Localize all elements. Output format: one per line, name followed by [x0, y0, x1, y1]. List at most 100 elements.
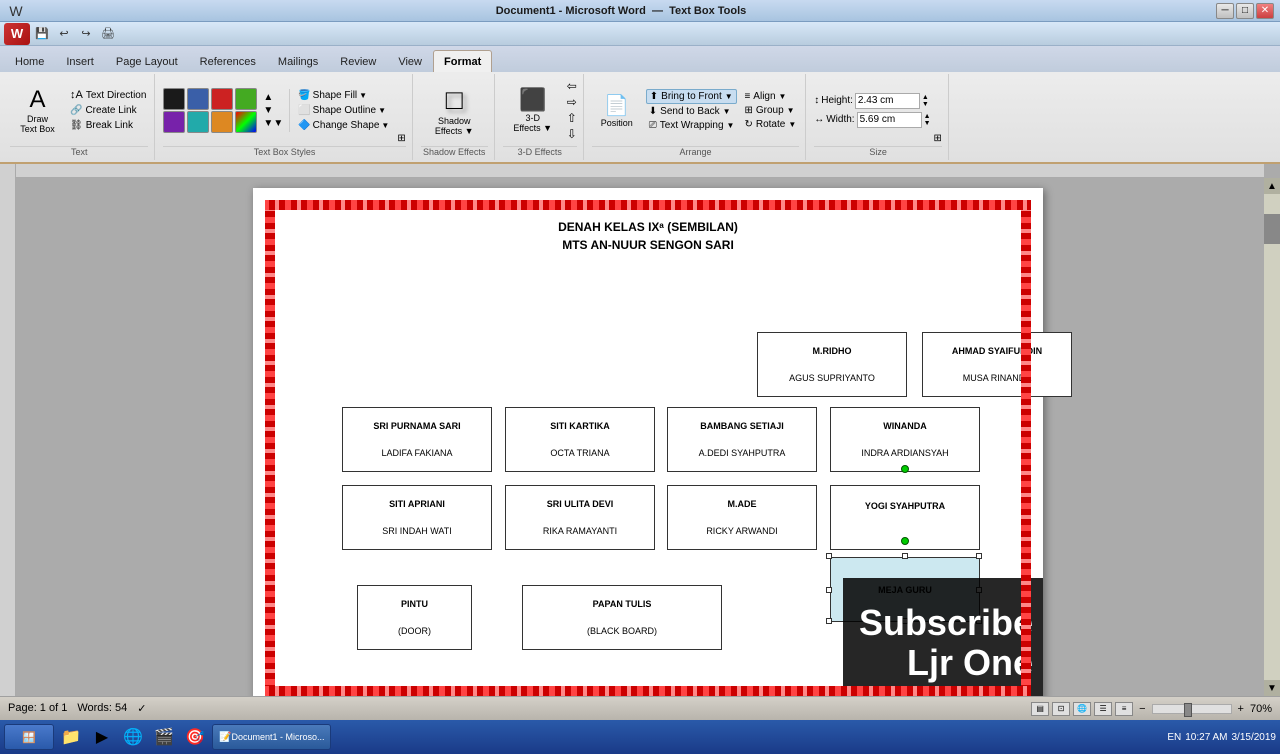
shape-fill-button[interactable]: 🪣 Shape Fill ▼ [296, 89, 391, 102]
selection-handle-3[interactable] [826, 587, 832, 593]
width-down[interactable]: ▼ [924, 120, 931, 127]
desk-d5[interactable]: BAMBANG SETIAJI A.DEDI SYAHPUTRA [667, 407, 817, 472]
print-layout-view[interactable]: ▤ [1031, 702, 1049, 716]
rotate-button[interactable]: ↻ Rotate ▼ [741, 118, 799, 131]
quick-print-button[interactable]: 🖨 [98, 25, 118, 43]
full-screen-view[interactable]: ⊡ [1052, 702, 1070, 716]
create-link-button[interactable]: 🔗 Create Link [68, 104, 148, 117]
swatch-red[interactable] [211, 88, 233, 110]
zoom-slider[interactable] [1152, 704, 1232, 714]
taskbar-app2[interactable]: 🎬 [150, 724, 178, 750]
scroll-down-button[interactable]: ▼ [1264, 680, 1280, 696]
selection-handle-5[interactable] [826, 618, 832, 624]
taskbar-app3[interactable]: 🎯 [181, 724, 209, 750]
selection-handle-2[interactable] [976, 553, 982, 559]
minimize-button[interactable]: ─ [1216, 3, 1234, 19]
tab-home[interactable]: Home [4, 50, 55, 72]
desk-d8[interactable]: SRI ULITA DEVI RIKA RAMAYANTI [505, 485, 655, 550]
draw-textbox-button[interactable]: A DrawText Box [10, 78, 65, 142]
swatch-orange[interactable] [211, 111, 233, 133]
3d-arrow-1[interactable]: ⇦ [567, 79, 577, 93]
desk-d11[interactable]: PINTU (DOOR) [357, 585, 472, 650]
break-link-button[interactable]: ⛓ Break Link [68, 119, 148, 132]
swatch-teal[interactable] [187, 111, 209, 133]
height-down[interactable]: ▼ [922, 101, 929, 108]
swatch-blue[interactable] [187, 88, 209, 110]
desk-d7[interactable]: SITI APRIANI SRI INDAH WATI [342, 485, 492, 550]
meja-guru-box[interactable]: MEJA GURU [830, 557, 980, 622]
bring-to-front-button[interactable]: ⬆ Bring to Front ▼ [646, 89, 738, 104]
height-up[interactable]: ▲ [922, 94, 929, 101]
desk-d2[interactable]: AHMAD SYAIFUDDIN MUSA RINANDA [922, 332, 1072, 397]
tab-page-layout[interactable]: Page Layout [105, 50, 189, 72]
change-shape-button[interactable]: 🔷 Change Shape ▼ [296, 119, 391, 132]
yogi-rotation-handle[interactable] [901, 465, 909, 473]
taskbar-explorer[interactable]: 📁 [57, 724, 85, 750]
send-to-back-button[interactable]: ⬇ Send to Back ▼ [646, 105, 738, 118]
group-button[interactable]: ⊞ Group ▼ [741, 104, 799, 117]
redo-button[interactable]: ↪ [76, 25, 96, 43]
close-button[interactable]: ✕ [1256, 3, 1274, 19]
desk-d9[interactable]: M.ADE RICKY ARWANDI [667, 485, 817, 550]
text-wrapping-button[interactable]: ⎚ Text Wrapping ▼ [646, 119, 738, 132]
draft-view[interactable]: ≡ [1115, 702, 1133, 716]
vertical-scrollbar[interactable]: ▲ ▼ [1264, 178, 1280, 696]
swatch-more[interactable] [235, 111, 257, 133]
scroll-thumb[interactable] [1264, 214, 1280, 244]
office-button[interactable]: W [4, 23, 30, 45]
tab-review[interactable]: Review [329, 50, 387, 72]
desk-d1[interactable]: M.RIDHO AGUS SUPRIYANTO [757, 332, 907, 397]
scroll-up-button[interactable]: ▲ [1264, 178, 1280, 194]
tab-insert[interactable]: Insert [55, 50, 105, 72]
text-direction-icon: ↕A [70, 89, 83, 101]
desk-d12[interactable]: PAPAN TULIS (BLACK BOARD) [522, 585, 722, 650]
swatch-purple[interactable] [163, 111, 185, 133]
outline-view[interactable]: ☰ [1094, 702, 1112, 716]
selection-handle-0[interactable] [826, 553, 832, 559]
zoom-thumb[interactable] [1184, 703, 1192, 717]
shape-outline-button[interactable]: ⬜ Shape Outline ▼ [296, 104, 391, 117]
swatch-green[interactable] [235, 88, 257, 110]
selection-handle-7[interactable] [976, 618, 982, 624]
zoom-minus[interactable]: − [1139, 703, 1145, 715]
width-up[interactable]: ▲ [924, 113, 931, 120]
shadow-effects-button[interactable]: □ ShadowEffects ▼ [424, 78, 484, 142]
3d-arrow-2[interactable]: ⇨ [567, 95, 577, 109]
taskbar-browser[interactable]: 🌐 [119, 724, 147, 750]
tab-view[interactable]: View [387, 50, 433, 72]
width-input[interactable] [857, 112, 922, 128]
desk-d4[interactable]: SITI KARTIKA OCTA TRIANA [505, 407, 655, 472]
desk-d6[interactable]: WINANDA INDRA ARDIANSYAH [830, 407, 980, 472]
start-button[interactable]: 🪟 [4, 724, 54, 750]
maximize-button[interactable]: □ [1236, 3, 1254, 19]
align-button[interactable]: ≡ Align ▼ [741, 90, 799, 103]
selection-handle-4[interactable] [976, 587, 982, 593]
swatch-black[interactable] [163, 88, 185, 110]
3d-effects-button[interactable]: ⬛ 3-DEffects ▼ [503, 78, 563, 142]
swatch-scroll-up[interactable]: ▲ [263, 92, 283, 103]
size-expand-button[interactable]: ⊞ [934, 133, 942, 144]
tab-format[interactable]: Format [433, 50, 492, 72]
group-arrow: ▼ [787, 106, 795, 115]
swatch-more-btn[interactable]: ▼▼ [263, 118, 283, 129]
undo-button[interactable]: ↩ [54, 25, 74, 43]
position-button[interactable]: 📄 Position [592, 78, 642, 142]
3d-arrow-4[interactable]: ⇩ [567, 127, 577, 141]
height-input[interactable] [855, 93, 920, 109]
swatch-scroll-down[interactable]: ▼ [263, 105, 283, 116]
save-button[interactable]: 💾 [32, 25, 52, 43]
rotation-handle[interactable] [901, 537, 909, 545]
tab-mailings[interactable]: Mailings [267, 50, 329, 72]
taskbar-media[interactable]: ▶ [88, 724, 116, 750]
tab-references[interactable]: References [189, 50, 267, 72]
selection-handle-1[interactable] [902, 553, 908, 559]
zoom-plus[interactable]: + [1238, 703, 1244, 715]
styles-expand-button[interactable]: ⊞ [397, 133, 405, 144]
web-layout-view[interactable]: 🌐 [1073, 702, 1091, 716]
3d-arrow-3[interactable]: ⇧ [567, 111, 577, 125]
view-buttons: ▤ ⊡ 🌐 ☰ ≡ [1031, 702, 1133, 716]
taskbar-word-button[interactable]: 📝 Document1 - Microso... [212, 724, 331, 750]
desk-d3[interactable]: SRI PURNAMA SARI LADIFA FAKIANA [342, 407, 492, 472]
selection-handle-6[interactable] [902, 618, 908, 624]
text-direction-button[interactable]: ↕A Text Direction [68, 88, 148, 102]
